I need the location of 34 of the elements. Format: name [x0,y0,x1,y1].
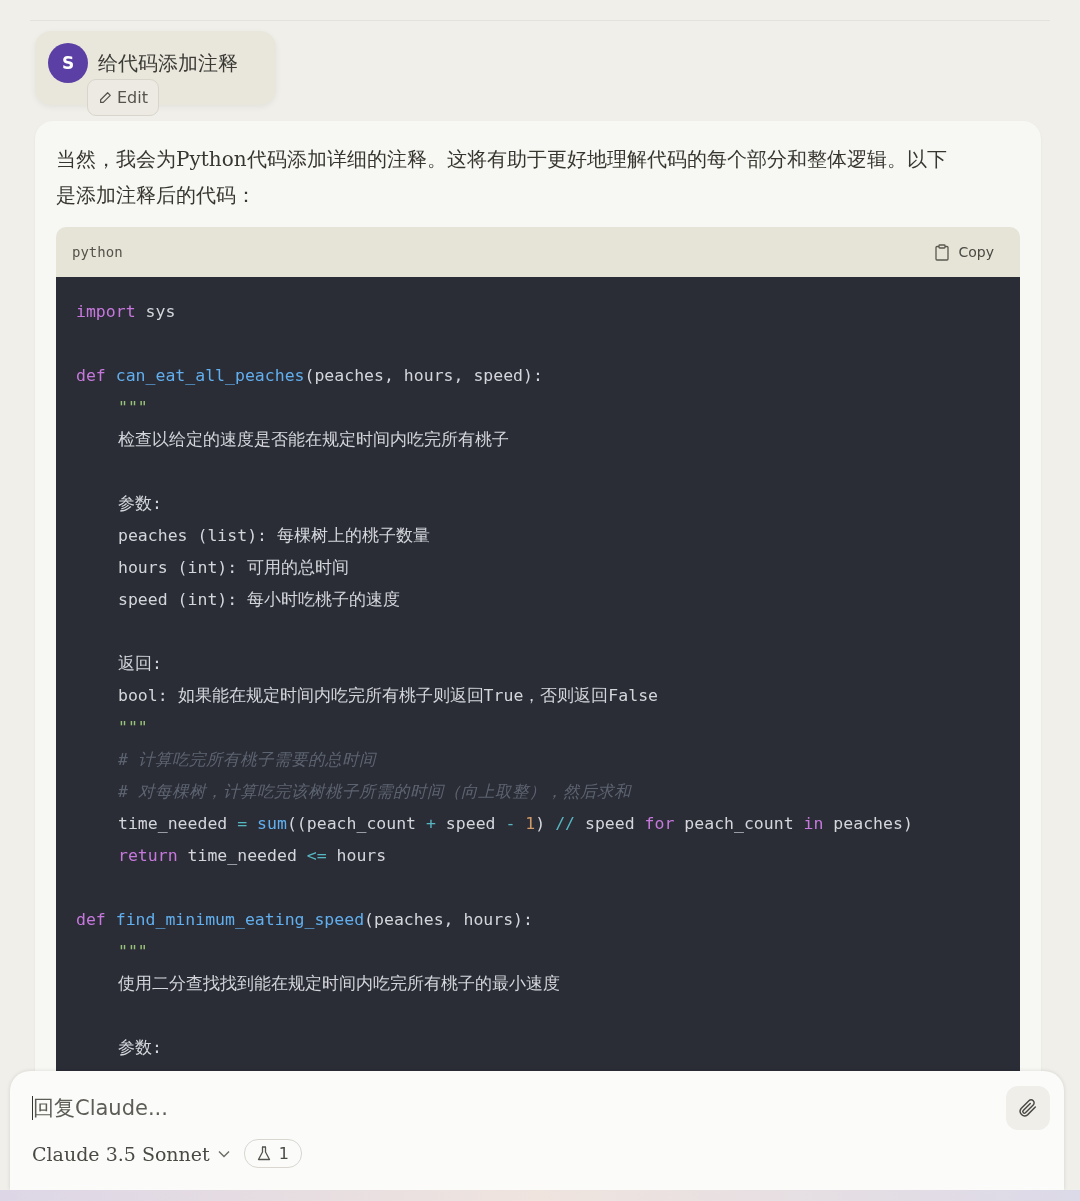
code-line: 参数: [117,493,163,515]
code-line: hours (int): 可用的总时间 [117,557,351,579]
code-line: peaches (list): 每棵树上的桃子数量 [117,525,431,547]
code-line: return time_needed <= hours [117,845,388,867]
model-selector[interactable]: Claude 3.5 Sonnet [32,1142,230,1165]
code-line: 参数: [117,1037,163,1059]
clipboard-icon [935,243,950,261]
edit-button[interactable]: Edit [87,79,159,116]
user-avatar: S [48,43,88,83]
code-line: time_needed = sum((peach_count + speed - 1) // speed for peach_count in peaches) [117,813,914,835]
code-line: 使用二分查找找到能在规定时间内吃完所有桃子的最小速度 [117,973,561,995]
code-line: 返回: [117,653,163,675]
code-line: # 对每棵树，计算吃完该树桃子所需的时间（向上取整），然后求和 [117,781,633,803]
feature-badge[interactable]: 1 [243,1139,302,1168]
code-line: # 计算吃完所有桃子需要的总时间 [117,749,378,771]
language-label: python [72,244,123,260]
code-line: """ [117,941,149,963]
code-line: def find_minimum_eating_speed(peaches, hours): [76,909,534,931]
attach-button[interactable] [1006,1086,1050,1130]
code-line: def can_eat_all_peaches(peaches, hours, speed): [76,365,544,387]
paperclip-icon [1017,1097,1039,1119]
code-line: import sys [76,301,177,323]
reply-input[interactable]: 回复Claude... [33,1096,1006,1120]
code-line: 检查以给定的速度是否能在规定时间内吃完所有桃子 [117,429,510,451]
pencil-icon [98,90,112,105]
user-message-text: 给代码添加注释 [98,49,238,77]
copy-button[interactable]: Copy [929,242,1000,262]
flask-icon [256,1146,271,1161]
code-line: """ [117,717,149,739]
response-text: 当然，我会为Python代码添加详细的注释。这将有助于更好地理解代码的每个部分和整体逻辑。以下是添加注释后的代码： [56,146,948,209]
code-line: speed (int): 每小时吃桃子的速度 [117,589,402,611]
code-line: bool: 如果能在规定时间内吃完所有桃子则返回True，否则返回False [117,685,659,707]
code-line: """ [117,397,149,419]
chevron-down-icon [217,1149,230,1158]
